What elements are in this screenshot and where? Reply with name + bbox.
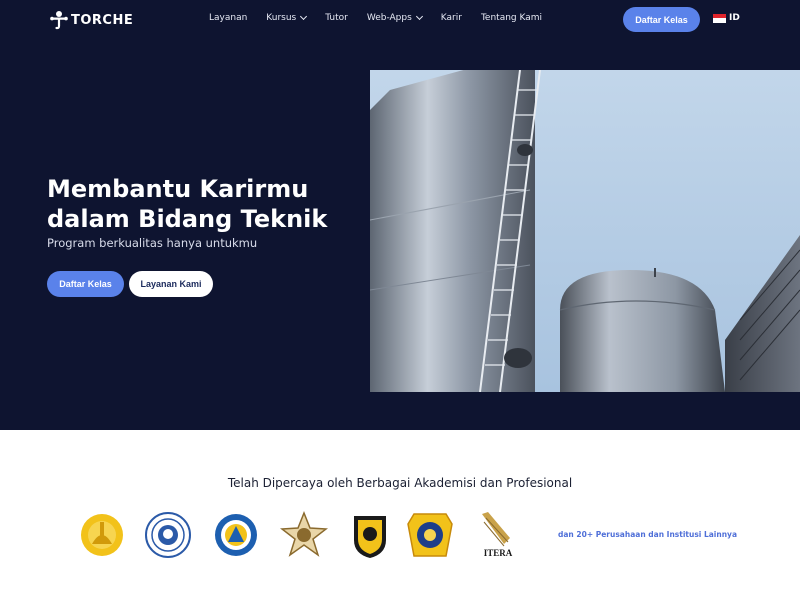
chevron-down-icon: [300, 12, 308, 21]
partner-logo-its: [212, 508, 260, 560]
hero-title-line-1: Membantu Karirmu: [47, 175, 309, 203]
nav-link-label: Kursus: [266, 13, 297, 23]
language-switcher[interactable]: ID: [713, 13, 740, 23]
nav-daftar-kelas-button[interactable]: Daftar Kelas: [623, 7, 700, 32]
nav-link-web-apps[interactable]: Web-Apps: [366, 12, 423, 23]
nav-link-label: Tentang Kami: [480, 13, 543, 23]
nav-link-label: Layanan: [209, 13, 248, 23]
trusted-heading: Telah Dipercaya oleh Berbagai Akademisi …: [227, 476, 573, 490]
partner-logo-undip: [346, 508, 394, 560]
indonesia-flag-icon: [713, 13, 726, 23]
partner-logo-unsri: [406, 508, 454, 560]
hero-image-storage-tanks: [370, 70, 800, 392]
nav-link-kursus[interactable]: Kursus: [266, 12, 308, 23]
partner-logo-itb: [144, 508, 192, 560]
layanan-kami-button[interactable]: Layanan Kami: [129, 271, 213, 297]
navbar: TORCHE Layanan Kursus Tutor Web-Apps Kar…: [0, 0, 800, 40]
nav-link-label: Karir: [440, 13, 462, 23]
partner-logo-ui-makara: [78, 508, 126, 560]
language-code: ID: [729, 13, 740, 23]
nav-link-tutor[interactable]: Tutor: [325, 13, 348, 23]
partner-logo-itera: ITERA: [474, 508, 522, 560]
nav-link-layanan[interactable]: Layanan: [209, 13, 247, 23]
hero-subtitle: Program berkualitas hanya untukmu: [47, 236, 258, 250]
nav-link-label: Tutor: [325, 13, 348, 23]
brand-logo[interactable]: TORCHE: [50, 9, 133, 31]
nav-link-tentang-kami[interactable]: Tentang Kami: [481, 13, 542, 23]
nav-link-karir[interactable]: Karir: [441, 13, 462, 23]
nav-links: Layanan Kursus Tutor Web-Apps Karir Tent…: [209, 12, 561, 23]
brand-name: TORCHE: [71, 12, 134, 28]
hero-title: Membantu Karirmu dalam Bidang Teknik: [47, 174, 347, 234]
partner-logo-ugm: [280, 508, 328, 560]
chevron-down-icon: [415, 12, 423, 21]
nav-link-label: Web-Apps: [366, 13, 412, 23]
torche-logo-icon: [50, 11, 68, 30]
itera-label: ITERA: [484, 548, 513, 558]
hero-section: TORCHE Layanan Kursus Tutor Web-Apps Kar…: [0, 0, 800, 430]
daftar-kelas-button[interactable]: Daftar Kelas: [47, 271, 124, 297]
hero-title-line-2: dalam Bidang Teknik: [47, 205, 328, 233]
more-partners-link[interactable]: dan 20+ Perusahaan dan Institusi Lainnya: [558, 530, 737, 539]
